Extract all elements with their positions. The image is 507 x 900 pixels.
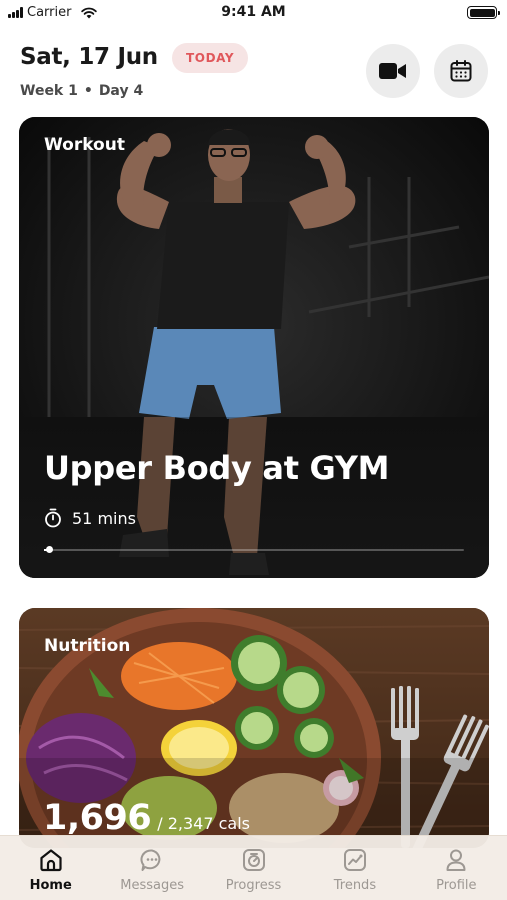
tab-profile[interactable]: Profile bbox=[406, 836, 507, 900]
video-camera-icon bbox=[379, 63, 406, 79]
day-label: Day 4 bbox=[98, 83, 144, 99]
calendar-icon bbox=[450, 60, 472, 82]
progress-icon bbox=[242, 849, 265, 871]
header: Sat, 17 Jun TODAY Week 1 • Day 4 bbox=[20, 38, 490, 108]
workout-tag: Workout bbox=[44, 135, 125, 155]
week-label: Week 1 bbox=[20, 83, 78, 99]
stopwatch-icon bbox=[45, 508, 61, 528]
nutrition-tag: Nutrition bbox=[44, 636, 131, 656]
tab-progress[interactable]: Progress bbox=[203, 836, 304, 900]
status-time: 9:41 AM bbox=[221, 4, 286, 20]
battery-icon bbox=[467, 6, 500, 19]
tab-messages[interactable]: Messages bbox=[101, 836, 202, 900]
today-badge[interactable]: TODAY bbox=[172, 43, 249, 73]
calories-separator: / bbox=[157, 814, 163, 833]
tab-bar: Home Messages Progress Trends Profile bbox=[0, 835, 507, 900]
home-icon bbox=[40, 849, 62, 872]
chat-bubble-icon bbox=[140, 849, 161, 871]
calorie-summary: 1,696 / 2,347 cals bbox=[43, 798, 250, 838]
calories-goal: 2,347 bbox=[167, 814, 214, 833]
status-bar: Carrier 9:41 AM bbox=[0, 0, 507, 26]
week-day-label: Week 1 • Day 4 bbox=[20, 83, 143, 99]
tab-trends[interactable]: Trends bbox=[304, 836, 405, 900]
nutrition-card[interactable]: Nutrition 1,696 / 2,347 cals bbox=[19, 608, 489, 848]
video-button[interactable] bbox=[366, 44, 420, 98]
tab-label: Home bbox=[29, 878, 72, 893]
calories-unit: cals bbox=[218, 814, 250, 833]
calendar-button[interactable] bbox=[434, 44, 488, 98]
tab-label: Trends bbox=[333, 878, 377, 893]
separator-dot: • bbox=[83, 83, 93, 99]
tab-label: Progress bbox=[225, 878, 282, 893]
workout-title: Upper Body at GYM bbox=[44, 449, 390, 487]
tab-home[interactable]: Home bbox=[0, 836, 101, 900]
workout-duration: 51 mins bbox=[44, 508, 136, 528]
workout-progress-bar bbox=[44, 546, 464, 553]
tab-label: Messages bbox=[120, 878, 184, 893]
tab-label: Profile bbox=[436, 878, 477, 893]
calories-consumed: 1,696 bbox=[43, 798, 152, 838]
workout-card[interactable]: Workout Upper Body at GYM 51 mins bbox=[19, 117, 489, 578]
duration-text: 51 mins bbox=[72, 508, 136, 528]
trends-chart-icon bbox=[343, 849, 366, 871]
person-icon bbox=[446, 849, 466, 871]
date-title: Sat, 17 Jun bbox=[20, 44, 158, 70]
